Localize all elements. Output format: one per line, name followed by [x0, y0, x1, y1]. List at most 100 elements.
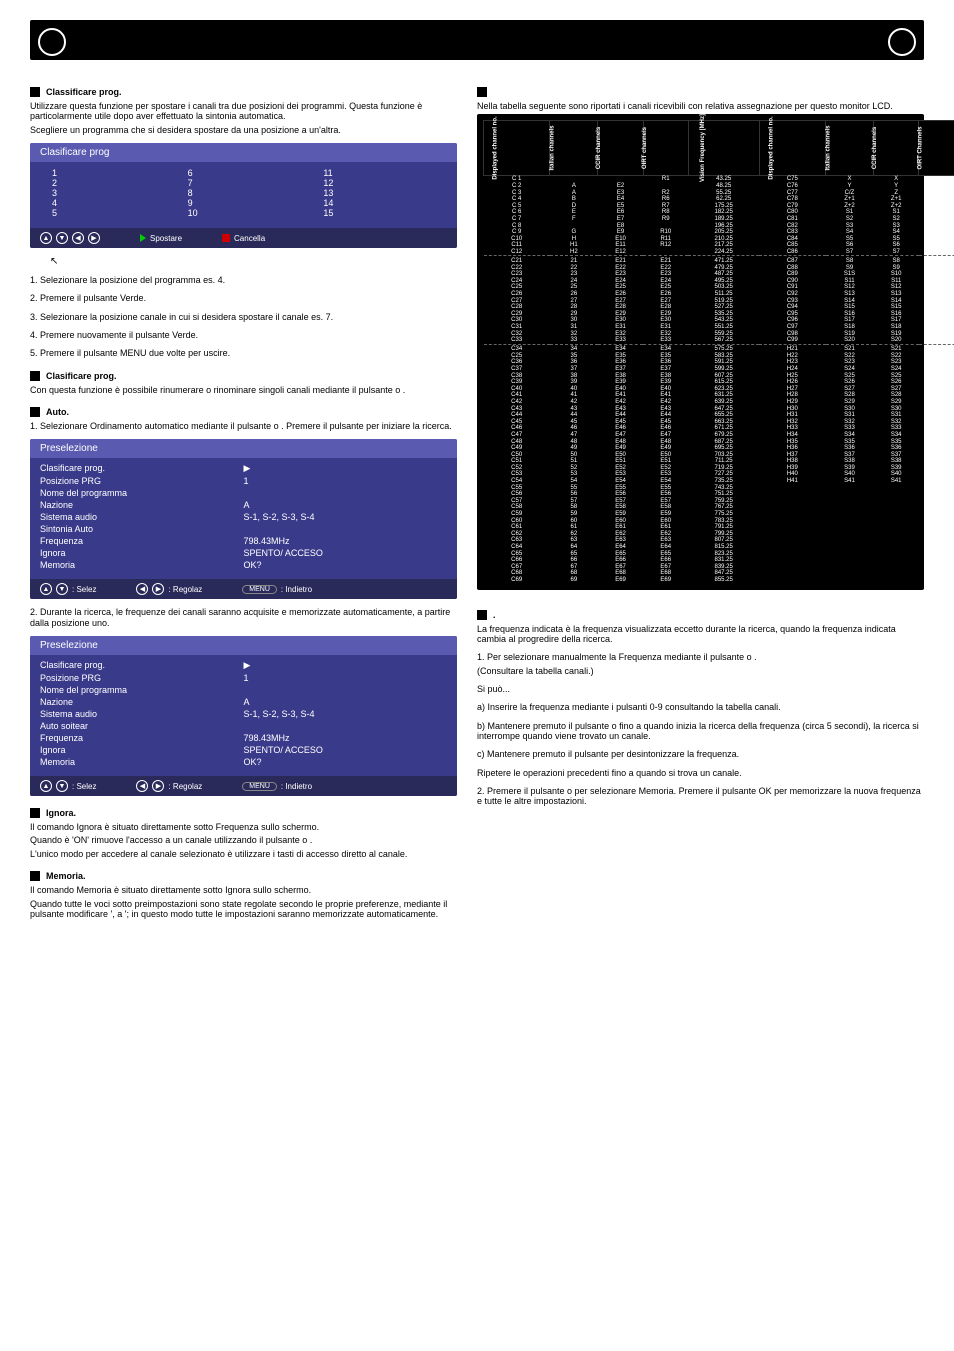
- channel-slot[interactable]: 14: [323, 198, 435, 208]
- table-cell: S32: [826, 419, 874, 426]
- channel-slot[interactable]: 6: [188, 168, 300, 178]
- table-cell: H37: [759, 452, 825, 459]
- table-cell: S16: [826, 311, 874, 318]
- table-cell: E48: [643, 439, 688, 446]
- channel-slot[interactable]: 7: [188, 178, 300, 188]
- table-cell: [826, 504, 874, 511]
- ignora-p2: Quando è 'ON' rimuove l'accesso a un can…: [30, 835, 457, 845]
- table-cell: C76: [759, 183, 825, 190]
- table-cell: C63: [484, 537, 550, 544]
- table-cell: 31: [550, 324, 598, 331]
- osd-label: Ignora: [40, 745, 244, 755]
- table-cell: [759, 570, 825, 577]
- table-cell: R10: [643, 229, 688, 236]
- table-cell: [874, 498, 919, 505]
- table-cell: S41: [826, 478, 874, 485]
- cancel-button[interactable]: Cancella: [222, 232, 265, 244]
- table-cell: C29: [484, 311, 550, 318]
- table-cell: S4: [874, 229, 919, 236]
- table-cell: [874, 564, 919, 571]
- table-cell: E61: [598, 524, 643, 531]
- table-cell: 815.25: [688, 544, 759, 551]
- section-clasificare2: Clasificare prog.: [30, 371, 457, 381]
- channel-slot[interactable]: 11: [323, 168, 435, 178]
- channel-slot[interactable]: 4: [52, 198, 164, 208]
- move-button[interactable]: Spostare: [140, 232, 182, 244]
- channel-slot[interactable]: 5: [52, 208, 164, 218]
- table-cell: H27: [759, 386, 825, 393]
- after-p: 2. Durante la ricerca, le frequenze dei …: [30, 607, 457, 628]
- table-cell: 42: [550, 399, 598, 406]
- table-cell: C58: [484, 504, 550, 511]
- table-cell: E46: [598, 425, 643, 432]
- table-cell: E32: [643, 331, 688, 338]
- table-cell: 24: [550, 278, 598, 285]
- table-cell: H36: [759, 445, 825, 452]
- table-header: Vision Frequency [MHz]: [688, 121, 759, 176]
- table-cell: [550, 176, 598, 183]
- table-cell: [874, 531, 919, 538]
- table-cell: E57: [598, 498, 643, 505]
- table-cell: 21: [550, 258, 598, 265]
- freq-p7: c) Mantenere premuto il pulsante per des…: [477, 749, 924, 759]
- channel-slot[interactable]: 13: [323, 188, 435, 198]
- table-cell: S28: [826, 392, 874, 399]
- right-column: Nella tabella seguente sono riportati i …: [477, 75, 924, 922]
- table-cell: S36: [874, 445, 919, 452]
- table-cell: S22: [826, 353, 874, 360]
- table-cell: E36: [643, 359, 688, 366]
- table-cell: 51: [550, 458, 598, 465]
- table-cell: 839.25: [688, 564, 759, 571]
- table-cell: E69: [643, 577, 688, 584]
- table-cell: [919, 298, 954, 305]
- table-cell: [759, 511, 825, 518]
- table-cell: E45: [598, 419, 643, 426]
- osd-value: 1: [244, 673, 448, 683]
- table-cell: 679.25: [688, 432, 759, 439]
- table-cell: E51: [598, 458, 643, 465]
- osd-value: [244, 685, 448, 695]
- table-cell: 62.25: [688, 196, 759, 203]
- table-cell: [919, 531, 954, 538]
- table-cell: E27: [598, 298, 643, 305]
- table-cell: C57: [484, 498, 550, 505]
- osd-value: A: [244, 697, 448, 707]
- osd-preselezione-2: Preselezione Clasificare prog.▶Posizione…: [30, 636, 457, 796]
- table-cell: S29: [874, 399, 919, 406]
- channel-slot[interactable]: 10: [188, 208, 300, 218]
- osd-classificare: Clasificare prog 123456789101112131415 ▲…: [30, 143, 457, 248]
- freq-p4: Si può...: [477, 684, 924, 694]
- freq-p1: La frequenza indicata è la frequenza vis…: [477, 624, 924, 645]
- table-cell: H32: [759, 419, 825, 426]
- channel-slot[interactable]: 9: [188, 198, 300, 208]
- channel-slot[interactable]: 8: [188, 188, 300, 198]
- table-cell: C31: [484, 324, 550, 331]
- osd-label: Posizione PRG: [40, 476, 244, 486]
- channel-slot[interactable]: 1: [52, 168, 164, 178]
- table-cell: E53: [598, 471, 643, 478]
- table-cell: E26: [643, 291, 688, 298]
- table-cell: E34: [598, 346, 643, 353]
- table-cell: E42: [643, 399, 688, 406]
- table-cell: E46: [643, 425, 688, 432]
- table-cell: [826, 570, 874, 577]
- table-cell: E41: [598, 392, 643, 399]
- left-column: Classificare prog. Utilizzare questa fun…: [30, 75, 457, 922]
- table-cell: [826, 577, 874, 584]
- channel-slot[interactable]: 3: [52, 188, 164, 198]
- channel-slot[interactable]: 15: [323, 208, 435, 218]
- section-title-text: Classificare prog.: [46, 87, 122, 97]
- table-cell: E54: [643, 478, 688, 485]
- table-cell: 62: [550, 531, 598, 538]
- table-cell: G: [550, 229, 598, 236]
- channel-slot[interactable]: 2: [52, 178, 164, 188]
- table-cell: 575.25: [688, 346, 759, 353]
- table-cell: C27: [484, 298, 550, 305]
- table-cell: E45: [643, 419, 688, 426]
- channel-slot[interactable]: 12: [323, 178, 435, 188]
- table-cell: S32: [874, 419, 919, 426]
- table-cell: C 5: [484, 203, 550, 210]
- table-cell: C23: [484, 271, 550, 278]
- table-cell: [919, 176, 954, 183]
- table-cell: C96: [759, 317, 825, 324]
